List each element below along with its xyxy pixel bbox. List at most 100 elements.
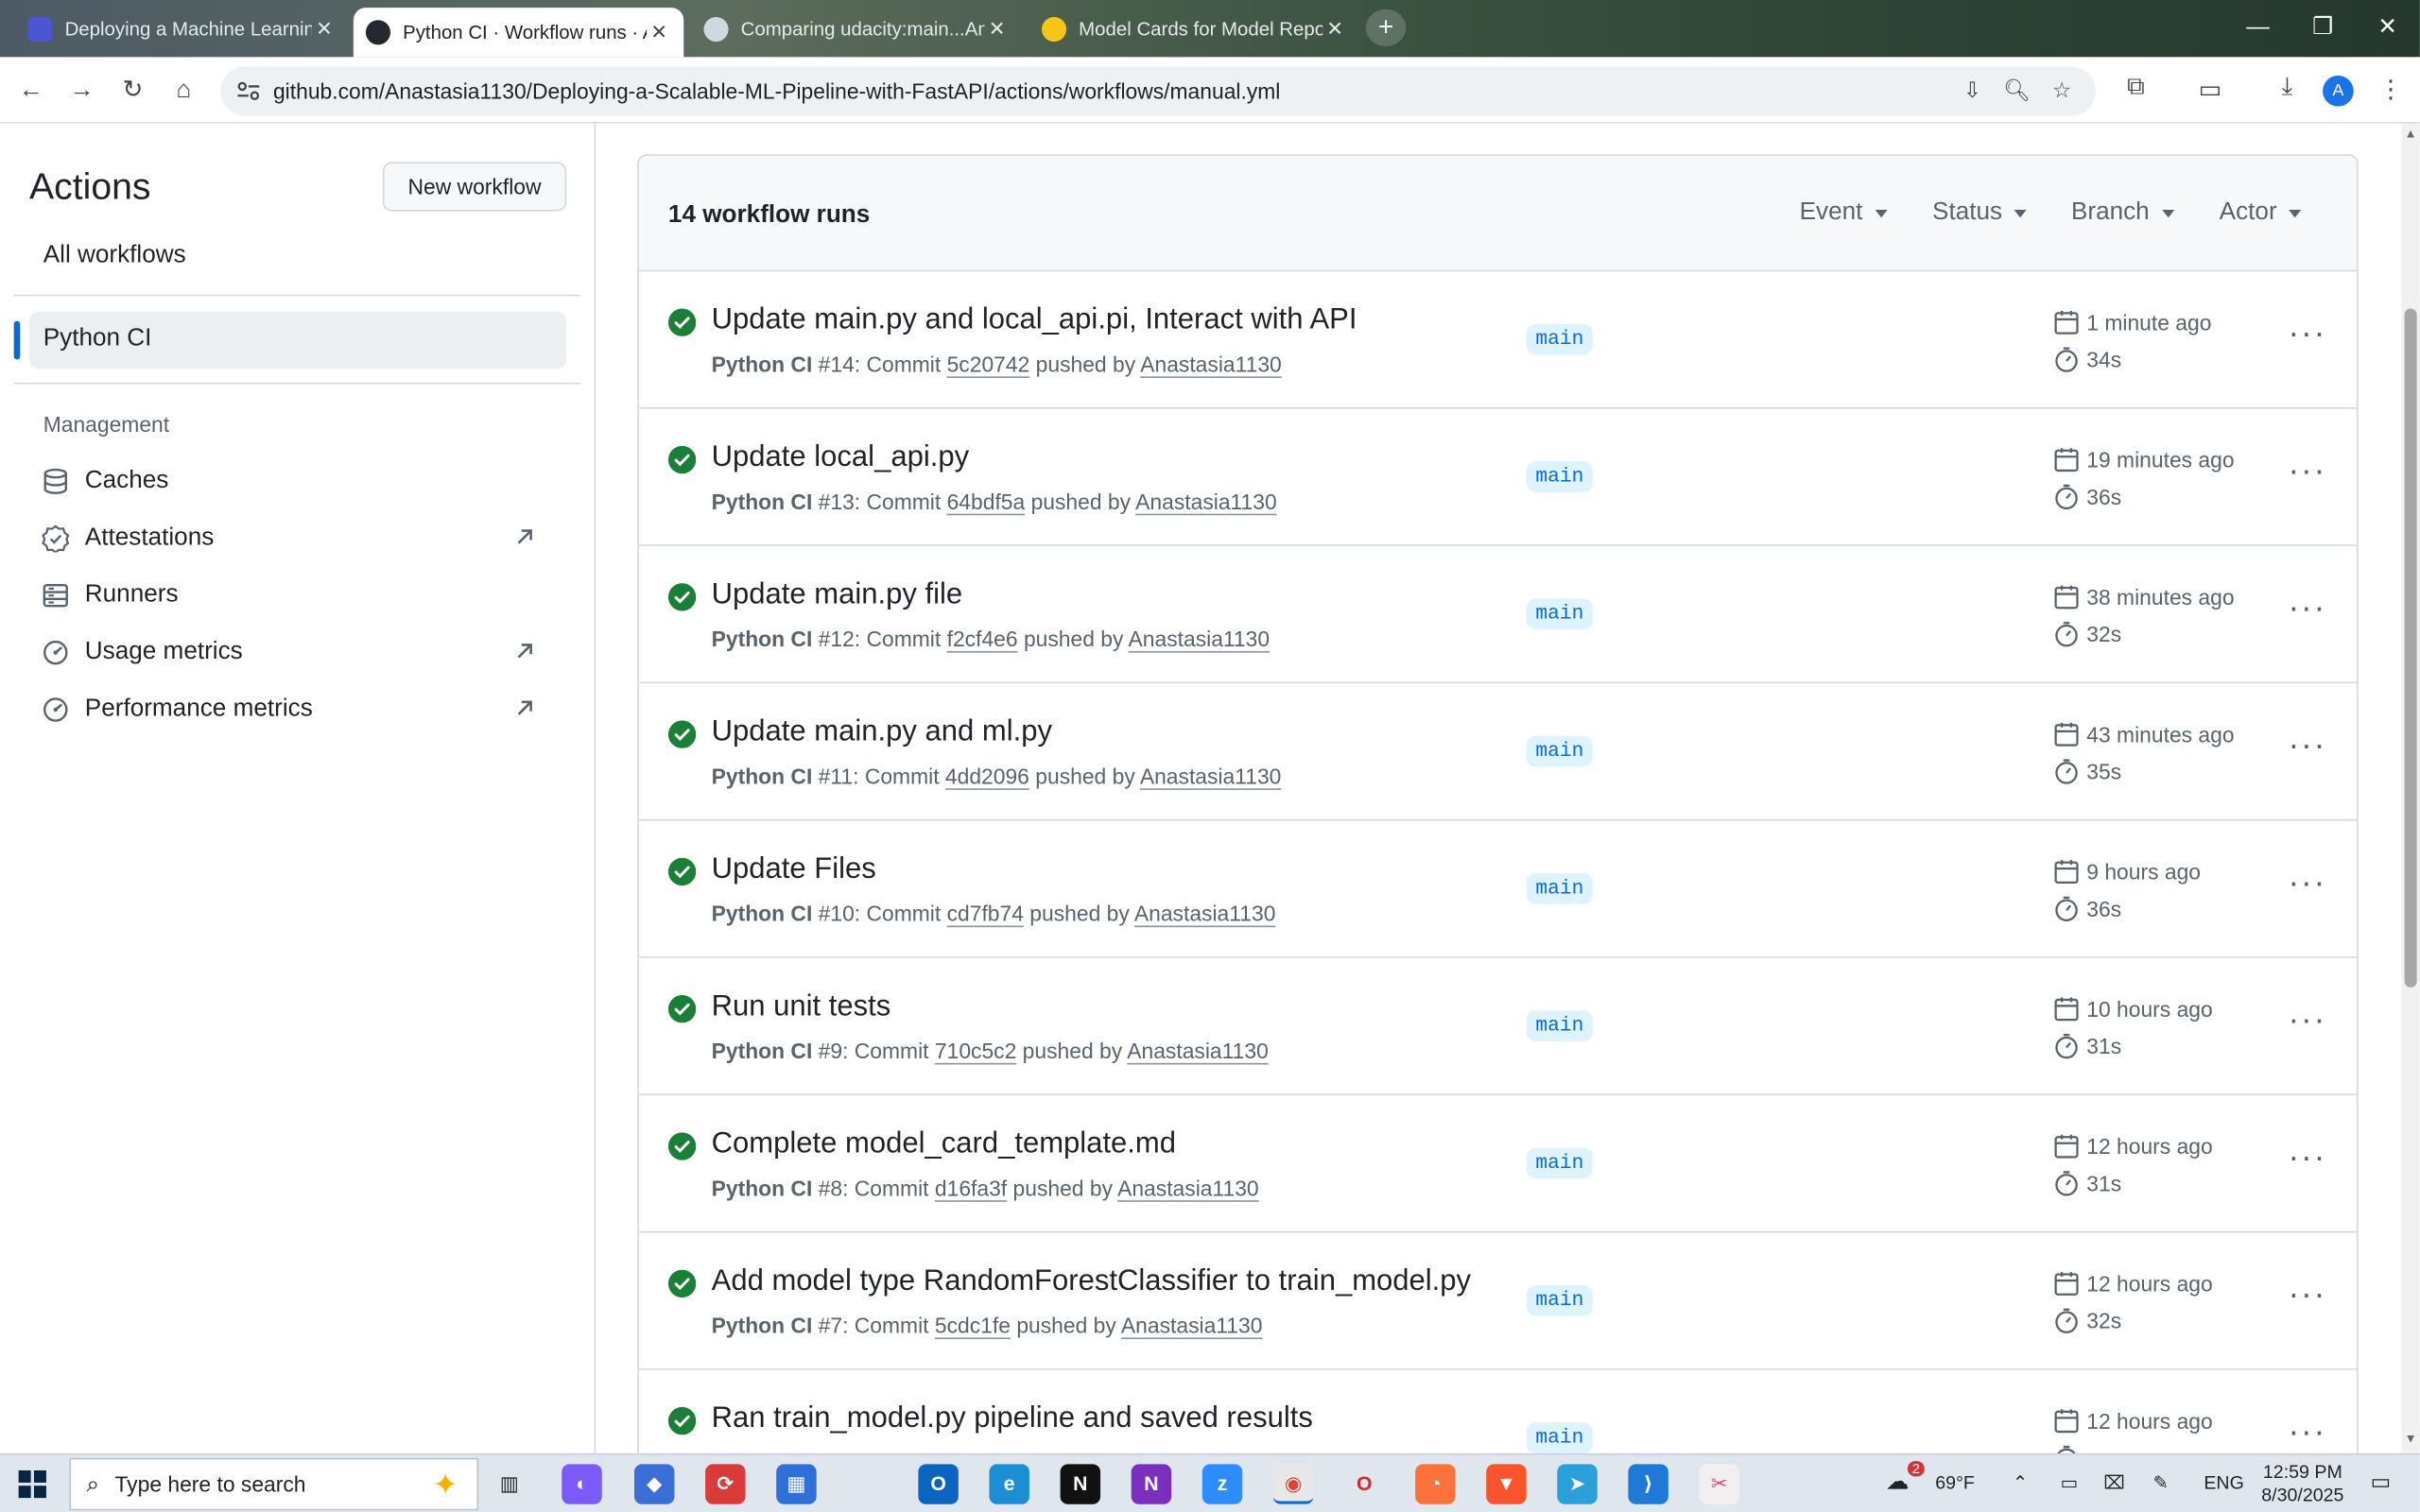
actor-link[interactable]: Anastasia1130	[1129, 627, 1270, 651]
actor-link[interactable]: Anastasia1130	[1127, 1039, 1269, 1063]
scrollbar-thumb[interactable]	[2404, 308, 2417, 988]
workflow-run-row[interactable]: Add model type RandomForestClassifier to…	[638, 1232, 2357, 1370]
vscode-app-icon[interactable]: ⟩	[1628, 1464, 1668, 1504]
browser-tab[interactable]: Model Cards for Model Reportin ✕	[1029, 7, 1359, 51]
commit-sha-link[interactable]: 4dd2096	[945, 764, 1029, 788]
new-tab-button[interactable]: +	[1365, 9, 1407, 46]
install-app-icon[interactable]: ⇩	[1959, 77, 1986, 105]
restore-icon[interactable]: ❐	[2288, 0, 2359, 56]
zoom-icon[interactable]: 🔍︎	[2003, 77, 2031, 105]
commit-sha-link[interactable]: d16fa3f	[935, 1176, 1007, 1200]
zoom-app-icon[interactable]: z	[1201, 1464, 1243, 1504]
run-menu-kebab-icon[interactable]: ···	[2288, 1140, 2327, 1181]
bookmark-star-icon[interactable]: ☆	[2048, 77, 2075, 105]
sidebar-item-caches[interactable]: Caches	[42, 458, 566, 505]
workflow-run-row[interactable]: Update local_api.py Python CI #13: Commit…	[638, 408, 2357, 546]
branch-badge[interactable]: main	[1526, 873, 1594, 904]
run-menu-kebab-icon[interactable]: ···	[2288, 865, 2327, 907]
commit-sha-link[interactable]: 5cdc1fe	[935, 1313, 1011, 1337]
workflow-run-row[interactable]: Run unit tests Python CI #9: Commit 710c5…	[638, 957, 2357, 1096]
tab-search-icon[interactable]: ▭	[2193, 74, 2227, 108]
sync-app-icon[interactable]: ⟳	[705, 1464, 746, 1504]
workflow-run-row[interactable]: Complete model_card_template.md Python CI…	[638, 1095, 2357, 1233]
branch-badge[interactable]: main	[1526, 1422, 1594, 1453]
run-title-link[interactable]: Update main.py and local_api.pi, Interac…	[712, 304, 1357, 338]
branch-badge[interactable]: main	[1526, 1284, 1594, 1316]
taskbar-clock[interactable]: 12:59 PM 8/30/2025	[2254, 1461, 2352, 1507]
run-title-link[interactable]: Complete model_card_template.md	[712, 1127, 1176, 1161]
edge-app-icon[interactable]: e	[989, 1464, 1029, 1504]
notifications-icon[interactable]: ▭	[2371, 1469, 2392, 1495]
branch-badge[interactable]: main	[1526, 598, 1594, 630]
actor-link[interactable]: Anastasia1130	[1121, 1313, 1263, 1337]
brave-app-icon[interactable]: ▼	[1486, 1464, 1527, 1504]
forward-icon[interactable]: →	[60, 69, 104, 112]
run-menu-kebab-icon[interactable]: ···	[2288, 1414, 2327, 1456]
run-title-link[interactable]: Ran train_model.py pipeline and saved re…	[712, 1402, 1313, 1436]
actor-link[interactable]: Anastasia1130	[1140, 352, 1282, 376]
close-tab-icon[interactable]: ✕	[985, 16, 1010, 41]
weather-icon[interactable]: ☁	[1886, 1468, 1909, 1495]
profile-avatar[interactable]: A	[2323, 75, 2354, 107]
run-title-link[interactable]: Update Files	[712, 853, 876, 887]
branch-badge[interactable]: main	[1526, 1010, 1594, 1042]
minimize-icon[interactable]: —	[2222, 0, 2293, 56]
pen-icon[interactable]: ✎	[2152, 1472, 2168, 1494]
back-icon[interactable]: ←	[9, 69, 53, 112]
sidebar-item-runners[interactable]: Runners	[42, 573, 566, 619]
snipping-tool-app-icon[interactable]: ✂	[1699, 1464, 1739, 1504]
browser-tab[interactable]: Comparing udacity:main...Anas ✕	[691, 7, 1021, 51]
chrome-app-icon[interactable]: ◉	[1272, 1464, 1314, 1504]
all-workflows-link[interactable]: All workflows	[43, 242, 186, 269]
m365-app-icon[interactable]: ◆	[633, 1464, 675, 1504]
opera-app-icon[interactable]: O	[1344, 1464, 1384, 1503]
branch-badge[interactable]: main	[1526, 735, 1594, 767]
run-menu-kebab-icon[interactable]: ···	[2288, 728, 2327, 769]
filter-event-dropdown[interactable]: Event	[1800, 199, 1888, 227]
extensions-icon[interactable]: ⧉	[2119, 74, 2153, 108]
run-menu-kebab-icon[interactable]: ···	[2288, 590, 2327, 632]
run-menu-kebab-icon[interactable]: ···	[2288, 1277, 2327, 1318]
branch-badge[interactable]: main	[1526, 461, 1594, 492]
commit-sha-link[interactable]: f2cf4e6	[947, 627, 1018, 651]
commit-sha-link[interactable]: 710c5c2	[935, 1039, 1016, 1063]
store-app-icon[interactable]: ▦	[776, 1464, 817, 1504]
filter-actor-dropdown[interactable]: Actor	[2220, 199, 2302, 227]
close-tab-icon[interactable]: ✕	[1322, 16, 1347, 41]
browser-menu-icon[interactable]: ⋮	[2374, 74, 2408, 108]
taskbar-search-box[interactable]: ⌕ Type here to search ✦	[69, 1457, 479, 1511]
run-title-link[interactable]: Update main.py file	[712, 578, 963, 612]
battery-icon[interactable]: ▭	[2061, 1472, 2079, 1494]
workflow-run-row[interactable]: Update Files Python CI #10: Commit cd7fb7…	[638, 820, 2357, 958]
branch-badge[interactable]: main	[1526, 1147, 1594, 1179]
windows-start-icon[interactable]	[18, 1469, 46, 1499]
network-icon[interactable]: ⌧	[2103, 1472, 2125, 1494]
run-menu-kebab-icon[interactable]: ···	[2288, 1002, 2327, 1044]
outlook-app-icon[interactable]: O	[918, 1464, 959, 1504]
filter-branch-dropdown[interactable]: Branch	[2071, 199, 2174, 227]
workflow-run-row[interactable]: Update main.py and local_api.pi, Interac…	[638, 271, 2357, 409]
telegram-app-icon[interactable]: ➤	[1557, 1464, 1598, 1504]
page-scrollbar[interactable]: ▲ ▼	[2401, 123, 2420, 1453]
downloads-icon[interactable]: ⤓	[2271, 74, 2305, 108]
browser-tab[interactable]: Deploying a Machine Learning ✕	[15, 7, 349, 51]
browser-tab-active[interactable]: Python CI · Workflow runs · Ana ✕	[353, 8, 684, 58]
run-title-link[interactable]: Add model type RandomForestClassifier to…	[712, 1265, 1471, 1299]
run-title-link[interactable]: Update local_api.py	[712, 441, 969, 475]
run-title-link[interactable]: Update main.py and ml.py	[712, 716, 1052, 750]
commit-sha-link[interactable]: 64bdf5a	[947, 490, 1026, 514]
actor-link[interactable]: Anastasia1130	[1117, 1176, 1259, 1200]
workflow-item-python-ci[interactable]: Python CI	[13, 311, 567, 369]
sidebar-item-performance-metrics[interactable]: Performance metrics	[42, 687, 566, 733]
run-menu-kebab-icon[interactable]: ···	[2288, 316, 2327, 357]
run-menu-kebab-icon[interactable]: ···	[2288, 453, 2327, 495]
url-text[interactable]: github.com/Anastasia1130/Deploying-a-Sca…	[273, 78, 1280, 103]
notion-app-icon[interactable]: N	[1060, 1464, 1101, 1504]
workflow-run-row[interactable]: Update main.py file Python CI #12: Commit…	[638, 545, 2357, 684]
sidebar-item-usage-metrics[interactable]: Usage metrics	[42, 629, 566, 676]
close-tab-icon[interactable]: ✕	[312, 16, 337, 41]
sidebar-item-attestations[interactable]: Attestations	[42, 515, 566, 561]
actor-link[interactable]: Anastasia1130	[1140, 764, 1282, 788]
branch-badge[interactable]: main	[1526, 323, 1594, 355]
onenote-app-icon[interactable]: N	[1131, 1464, 1172, 1504]
